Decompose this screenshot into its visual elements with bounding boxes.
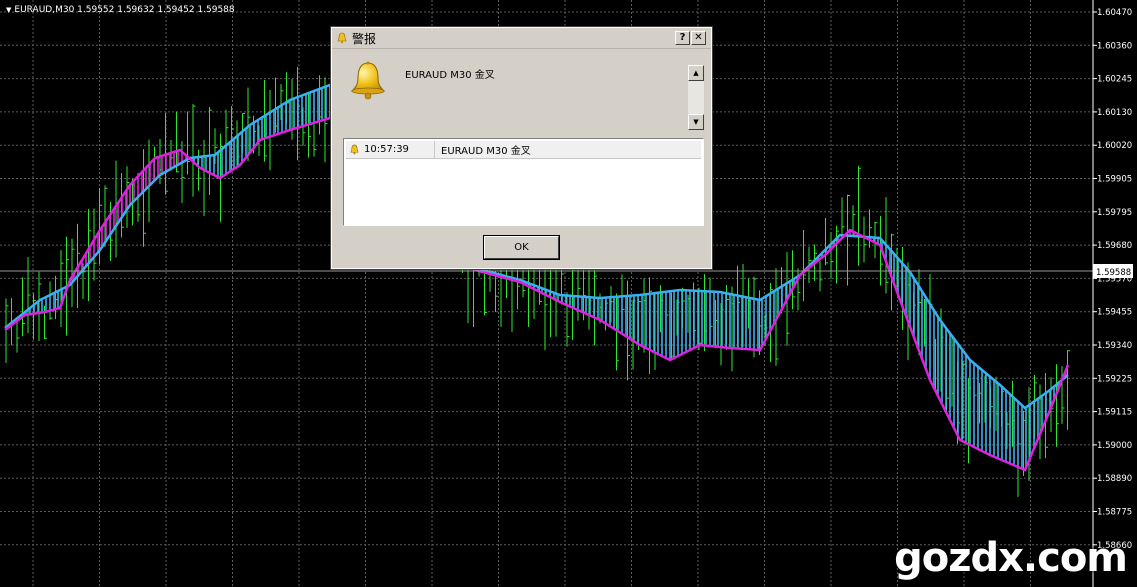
watermark: gozdx.com [894,535,1128,581]
current-price-label: 1.59588 [1096,268,1131,278]
scroll-down-arrow-icon[interactable]: ▼ [688,114,704,130]
bell-icon [350,144,359,155]
symbol-ohlc-text: EURAUD,M30 1.59552 1.59632 1.59452 1.595… [14,5,235,15]
price-axis-label: 1.59000 [1097,441,1132,451]
price-axis-label: 1.59115 [1097,408,1132,418]
bell-icon [337,32,347,44]
price-axis-label: 1.60020 [1097,141,1132,151]
close-button[interactable]: ✕ [691,31,706,45]
message-scrollbar[interactable]: ▲ ▼ [688,65,704,130]
price-axis-label: 1.60130 [1097,108,1132,118]
price-axis: 1.60470 1.60360 1.60245 1.60130 1.60020 1.599… [1093,8,1132,551]
price-axis-label: 1.59905 [1097,175,1132,185]
alert-dialog: 警报 ? ✕ EURAUD M30 金叉 ▲ ▼ 10:57:39 EURAUD… [330,26,713,270]
price-axis-label: 1.59455 [1097,308,1132,318]
price-axis-label: 1.58890 [1097,474,1132,484]
ok-button[interactable]: OK [483,235,560,260]
chart-symbol-header: ▼ EURAUD,M30 1.59552 1.59632 1.59452 1.59… [6,5,235,15]
price-axis-label: 1.60360 [1097,41,1132,51]
list-item[interactable]: 10:57:39 EURAUD M30 金叉 [346,141,701,159]
alert-list-message: EURAUD M30 金叉 [441,146,531,157]
dialog-title: 警报 [352,31,377,46]
price-axis-label: 1.59680 [1097,241,1132,251]
price-axis-label: 1.60470 [1097,8,1132,18]
dialog-titlebar[interactable]: 警报 [332,28,711,49]
alert-time: 10:57:39 [364,141,435,158]
price-axis-label: 1.59225 [1097,374,1132,384]
price-axis-label: 1.60245 [1097,75,1132,85]
price-axis-label: 1.59795 [1097,208,1132,218]
alert-message: EURAUD M30 金叉 [405,70,495,81]
scroll-up-arrow-icon[interactable]: ▲ [688,65,704,81]
price-axis-label: 1.59340 [1097,341,1132,351]
price-axis-label: 1.58775 [1097,508,1132,518]
chart-menu-triangle-icon[interactable]: ▼ [6,6,11,14]
alert-history-list[interactable]: 10:57:39 EURAUD M30 金叉 [343,138,704,226]
help-button[interactable]: ? [675,31,690,45]
alert-bell-icon [350,61,386,100]
